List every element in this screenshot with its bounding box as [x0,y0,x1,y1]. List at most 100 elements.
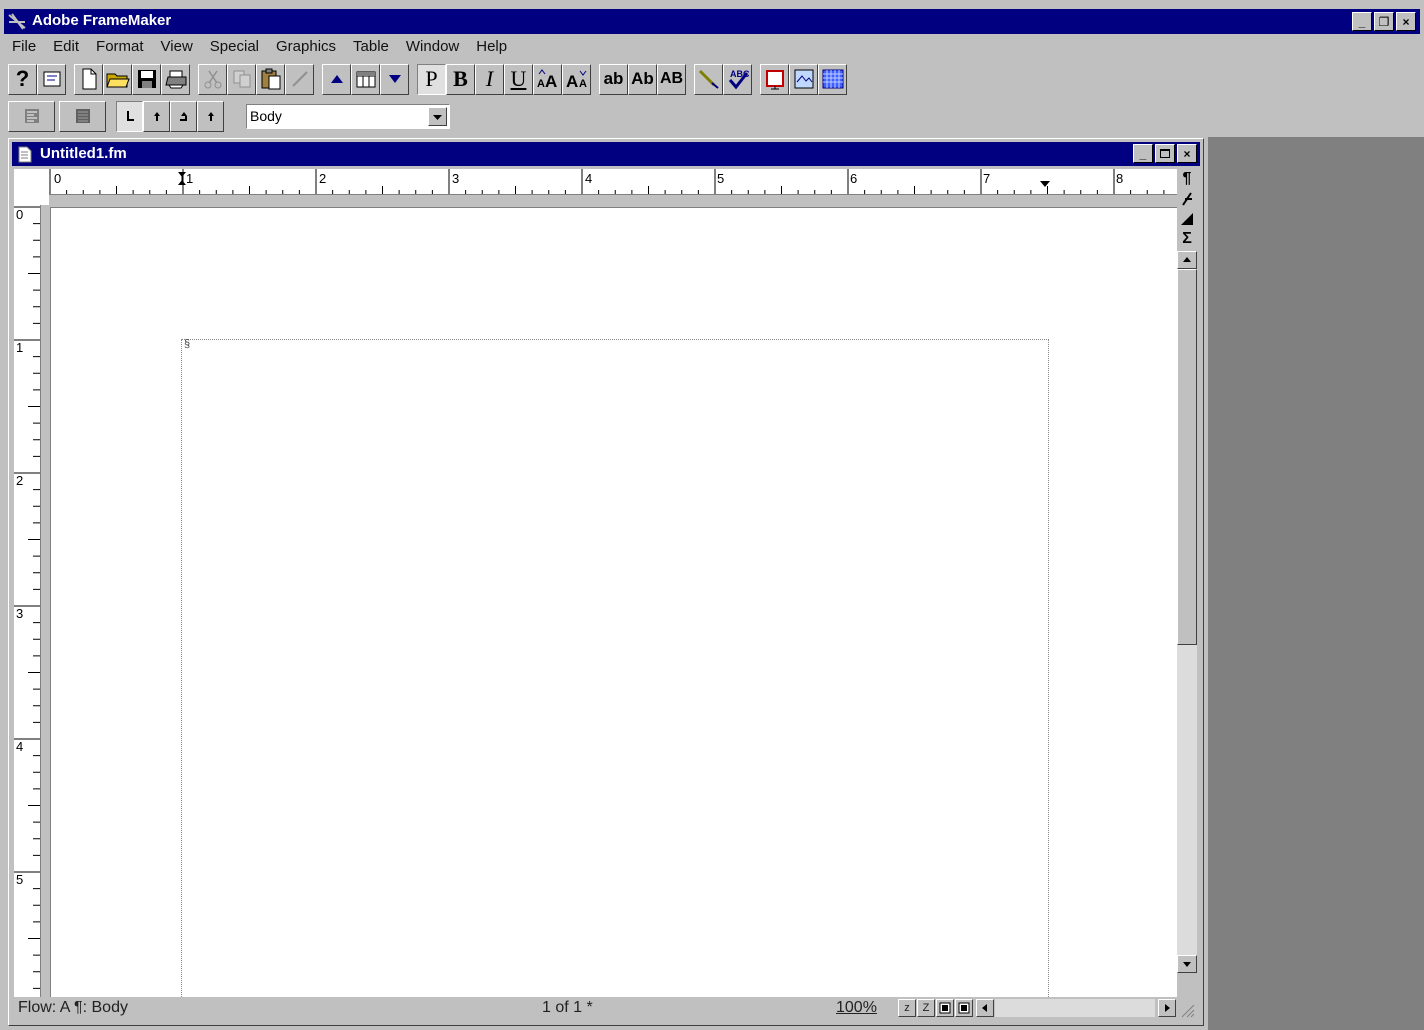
insert-graphic-button[interactable] [789,63,818,95]
menu-special[interactable]: Special [202,34,268,60]
font-size-increase-button[interactable]: AA [533,63,562,95]
doc-close-button[interactable]: × [1177,144,1197,163]
dropdown-arrow-icon[interactable] [428,106,447,126]
cut-button[interactable] [198,63,227,95]
thesaurus-button[interactable] [694,63,723,95]
right-indent-marker[interactable] [1040,181,1050,187]
document-page[interactable]: § [50,207,1177,1019]
page-status[interactable]: 1 of 1 * [542,999,593,1017]
graphic-icon [794,69,813,89]
toggle-text-symbols-button[interactable]: ¶ [1177,169,1197,189]
lowercase-button[interactable]: ab [599,63,628,95]
zoom-level[interactable]: 100% [836,999,877,1017]
arrow-down-icon [1183,962,1191,967]
italic-button[interactable]: I [475,63,504,95]
initial-caps-button[interactable]: Ab [628,63,657,95]
decimal-tab-icon [207,112,214,121]
document-icon[interactable] [18,146,32,163]
menu-edit[interactable]: Edit [45,34,88,60]
horizontal-ruler[interactable]: 0 1 2 3 4 5 6 7 8 [49,169,1177,195]
insert-table-grid-button[interactable] [818,63,847,95]
spelling-checker-button[interactable]: ABC [723,63,752,95]
font-size-decrease-button[interactable]: AA [562,63,591,95]
scroll-down-button[interactable] [1177,955,1197,973]
text-frame[interactable]: § [181,339,1049,1019]
decimal-tab-button[interactable] [197,100,224,132]
center-tab-button[interactable] [143,100,170,132]
table-button[interactable] [351,63,380,95]
help-button[interactable]: ? [8,63,37,95]
formatting-palette-button[interactable] [1177,189,1197,209]
svg-text:A: A [579,78,587,90]
font-size-decrease-icon: AA [566,70,587,90]
justify-button[interactable] [59,100,106,132]
context-help-icon [43,71,60,87]
new-document-button[interactable] [74,63,103,95]
menu-window[interactable]: Window [398,34,468,60]
zoom-out-button[interactable]: z [898,999,916,1017]
italic-label: I [485,66,494,91]
horizontal-scroll-track[interactable] [995,999,1155,1017]
ruler-h-label: 8 [1116,171,1123,186]
scroll-track[interactable] [1177,645,1197,955]
menu-table[interactable]: Table [345,34,398,60]
menu-format[interactable]: Format [88,34,153,60]
svg-text:A: A [566,72,578,90]
paste-button[interactable] [256,63,285,95]
resize-grip-icon[interactable] [1178,1001,1196,1019]
main-toolbar: ? P B I U AA AA ab Ab AB ABC [8,62,847,96]
equations-button[interactable]: Σ [1177,229,1197,249]
restore-button[interactable]: ❐ [1374,12,1394,31]
document-title-bar[interactable]: Untitled1.fm _ × [12,142,1200,166]
doc-minimize-button[interactable]: _ [1133,144,1153,163]
scroll-up-button[interactable] [1177,251,1197,269]
arrow-left-icon [982,1004,987,1012]
graphics-tools-icon [1181,213,1193,225]
ruler-h-label: 5 [717,171,724,186]
paragraph-tag-dropdown[interactable]: Body [246,103,450,129]
scroll-right-button[interactable] [1158,999,1176,1017]
insert-row-below-button[interactable] [380,63,409,95]
workspace-background [1208,137,1424,1030]
doc-maximize-button[interactable] [1155,144,1175,163]
zoom-in-button[interactable]: Z [917,999,935,1017]
close-button[interactable]: × [1396,12,1416,31]
print-button[interactable] [161,63,190,95]
copy-icon [233,70,250,88]
framemaker-logo-icon[interactable] [8,13,26,30]
justify-icon [75,109,90,123]
insert-row-above-button[interactable] [322,63,351,95]
ruler-h-label: 0 [54,171,61,186]
previous-page-button[interactable] [936,999,954,1017]
context-help-button[interactable] [37,63,66,95]
underline-button[interactable]: U [504,63,533,95]
scroll-left-button[interactable] [976,999,994,1017]
document-window-controls: _ × [1133,144,1197,163]
first-indent-marker[interactable] [178,172,186,185]
plain-text-button[interactable]: P [417,63,446,95]
arrow-down-icon [388,75,401,83]
formatting-bar: Body [8,99,450,133]
scroll-thumb[interactable] [1177,269,1197,645]
bold-button[interactable]: B [446,63,475,95]
save-button[interactable] [132,63,161,95]
formatting-palette-icon [1182,192,1192,206]
menu-graphics[interactable]: Graphics [268,34,345,60]
minimize-button[interactable]: _ [1352,12,1372,31]
undo-icon [291,71,308,87]
align-left-button[interactable] [8,100,55,132]
paragraph-tag-value: Body [250,108,282,124]
undo-button[interactable] [285,63,314,95]
open-button[interactable] [103,63,132,95]
next-page-button[interactable] [955,999,973,1017]
font-size-increase-icon: AA [537,69,557,90]
left-tab-button[interactable] [116,100,143,132]
right-tab-button[interactable] [170,100,197,132]
graphics-tools-button[interactable] [1177,209,1197,229]
menu-file[interactable]: File [4,34,45,60]
copy-button[interactable] [227,63,256,95]
uppercase-button[interactable]: AB [657,63,686,95]
menu-view[interactable]: View [153,34,202,60]
anchored-frame-button[interactable] [760,63,789,95]
menu-help[interactable]: Help [468,34,516,60]
